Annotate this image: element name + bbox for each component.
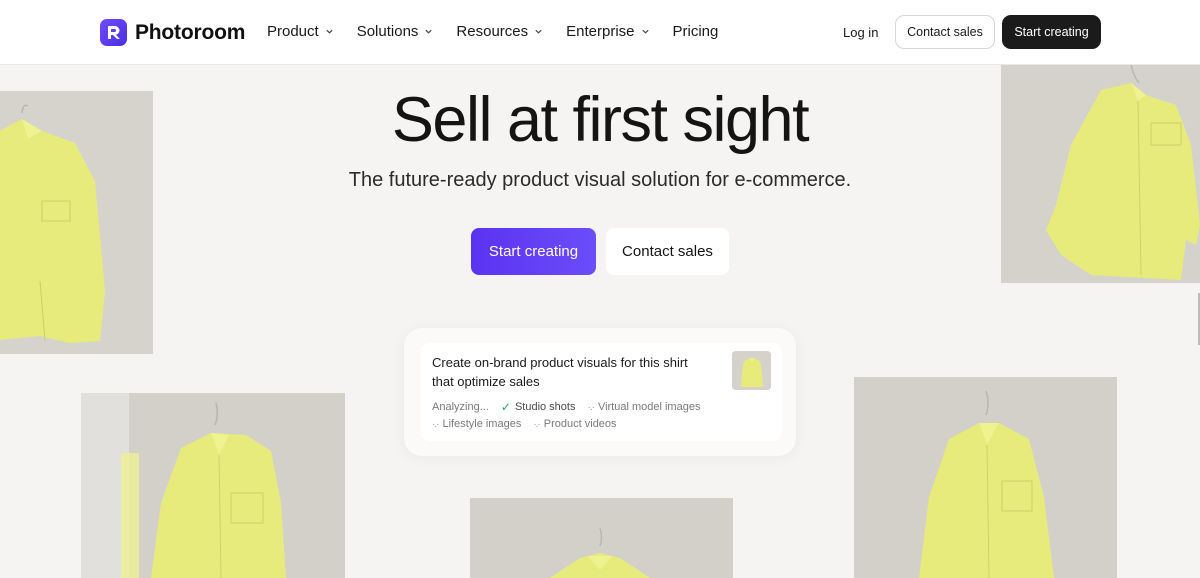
nav-item-label: Enterprise bbox=[566, 23, 635, 40]
nav-item-label: Product bbox=[267, 23, 319, 40]
nav-item-solutions[interactable]: Solutions bbox=[357, 23, 434, 40]
check-icon: ✓ bbox=[500, 400, 511, 414]
nav-item-label: Pricing bbox=[672, 23, 719, 40]
login-link[interactable]: Log in bbox=[843, 25, 878, 40]
nav-item-pricing[interactable]: Pricing bbox=[673, 23, 719, 40]
hero-contact-sales-button[interactable]: Contact sales bbox=[606, 228, 729, 275]
nav-item-resources[interactable]: Resources bbox=[456, 23, 543, 40]
shirt-photo-bottom-right bbox=[854, 377, 1117, 578]
chevron-down-icon bbox=[641, 29, 649, 34]
shirt-photo-bottom-middle bbox=[470, 498, 733, 578]
tag-product-videos: ·.· Product videos bbox=[533, 416, 616, 433]
tag-label: Product videos bbox=[543, 418, 617, 430]
photoroom-logo[interactable]: Photoroom bbox=[100, 19, 245, 46]
prompt-text: Create on-brand product visuals for this… bbox=[432, 355, 688, 389]
tag-row: ·.· Lifestyle images ·.· Product videos bbox=[432, 416, 772, 433]
nav-start-creating-button[interactable]: Start creating bbox=[1002, 15, 1101, 49]
loading-dots-icon: ·.· bbox=[533, 419, 541, 430]
nav-item-label: Solutions bbox=[356, 23, 419, 40]
tag-label: Studio shots bbox=[514, 401, 576, 413]
hero-title: Sell at first sight bbox=[391, 85, 810, 155]
nav-item-enterprise[interactable]: Enterprise bbox=[566, 23, 649, 40]
hero-start-creating-button[interactable]: Start creating bbox=[471, 228, 596, 275]
status-text: Analyzing... bbox=[432, 401, 489, 413]
chevron-down-icon bbox=[425, 29, 433, 34]
top-nav: Photoroom Product Solutions Resources En… bbox=[0, 0, 1200, 65]
logo-text: Photoroom bbox=[135, 20, 246, 44]
shirt-photo-bottom-left bbox=[81, 393, 345, 578]
loading-dots-icon: ·.· bbox=[587, 402, 595, 413]
nav-item-label: Resources bbox=[456, 23, 529, 40]
tag-label: Virtual model images bbox=[597, 401, 701, 413]
chevron-down-icon bbox=[535, 29, 542, 34]
loading-dots-icon: ·.· bbox=[432, 419, 440, 430]
tag-row: Analyzing... ✓ Studio shots ·.· Virtual … bbox=[432, 399, 772, 416]
tag-virtual-model-images: ·.· Virtual model images bbox=[587, 399, 700, 416]
tag-lifestyle-images: ·.· Lifestyle images bbox=[432, 416, 521, 433]
tag-studio-shots: ✓ Studio shots bbox=[501, 399, 576, 416]
tag-label: Lifestyle images bbox=[442, 418, 522, 430]
shirt-thumbnail bbox=[732, 351, 771, 390]
hero-subtitle: The future-ready product visual solution… bbox=[348, 169, 852, 191]
prompt-card: Create on-brand product visuals for this… bbox=[420, 343, 782, 441]
nav-item-product[interactable]: Product bbox=[267, 23, 334, 40]
main-menu: Product Solutions Resources Enterprise P… bbox=[267, 23, 718, 40]
nav-contact-sales-button[interactable]: Contact sales bbox=[895, 15, 995, 49]
chevron-down-icon bbox=[326, 29, 333, 34]
generation-tags: Analyzing... ✓ Studio shots ·.· Virtual … bbox=[432, 399, 772, 433]
photoroom-logo-icon bbox=[100, 19, 127, 46]
